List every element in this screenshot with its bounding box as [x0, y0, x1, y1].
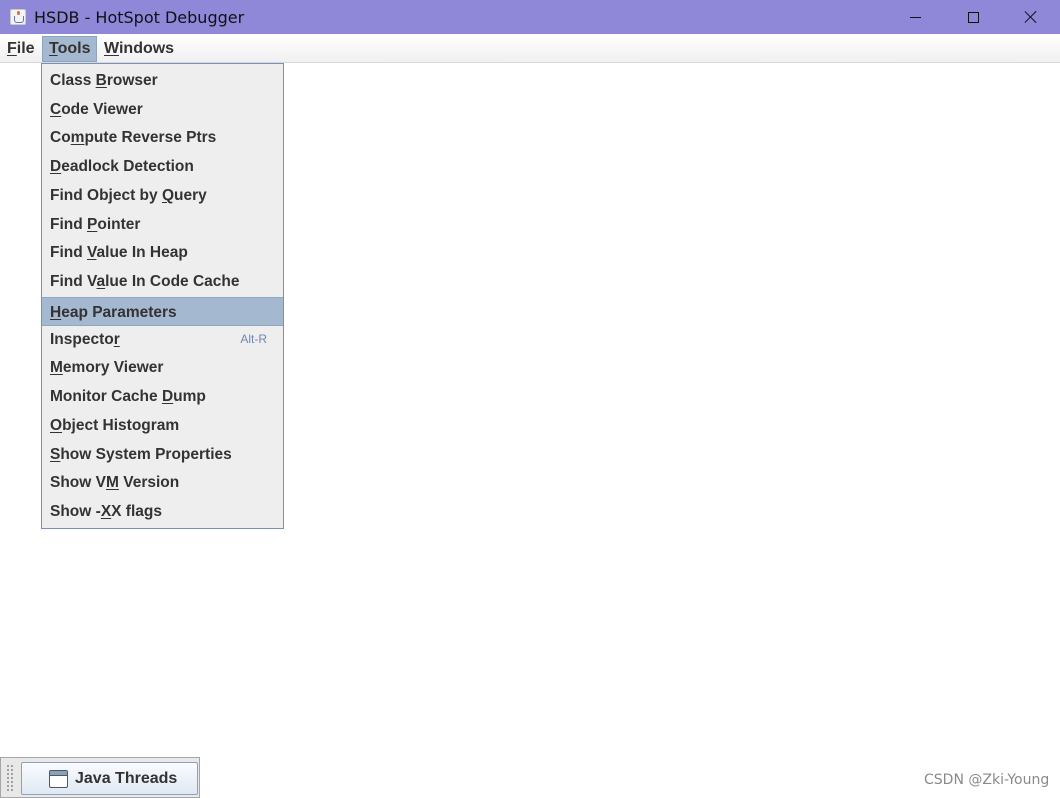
menu-item-label: Find Value In Heap: [50, 244, 188, 261]
menu-file[interactable]: File: [1, 36, 41, 62]
menu-item[interactable]: Class Browser: [42, 66, 283, 95]
menu-item[interactable]: Memory Viewer: [42, 353, 283, 382]
menu-item-label: Memory Viewer: [50, 359, 164, 376]
close-icon: [1024, 10, 1038, 24]
menu-item-label: Inspector: [50, 331, 120, 348]
menu-item[interactable]: Monitor Cache Dump: [42, 382, 283, 411]
menu-bar: File Tools Windows: [0, 34, 1060, 63]
menu-item-label: Show VM Version: [50, 474, 180, 491]
menu-item-label: Compute Reverse Ptrs: [50, 129, 217, 146]
menu-windows[interactable]: Windows: [98, 36, 180, 62]
menu-item-label: Heap Parameters: [50, 304, 177, 321]
maximize-icon: [967, 11, 979, 23]
menu-item-accelerator: Alt-R: [240, 332, 267, 346]
minimize-icon: [909, 16, 921, 18]
window-icon: [49, 769, 68, 788]
menu-item-label: Show System Properties: [50, 446, 232, 463]
minimize-button[interactable]: [886, 0, 944, 34]
java-cup-icon: [10, 9, 26, 25]
menu-item[interactable]: Show -XX flags: [42, 497, 283, 526]
menu-item[interactable]: Code Viewer: [42, 95, 283, 124]
menu-item-label: Class Browser: [50, 72, 158, 89]
menu-item[interactable]: Show System Properties: [42, 440, 283, 469]
menu-item[interactable]: Find Value In Heap: [42, 238, 283, 267]
title-bar: HSDB - HotSpot Debugger: [0, 0, 1060, 34]
menu-item-label: Find Object by Query: [50, 187, 207, 204]
menu-item[interactable]: Find Value In Code Cache: [42, 267, 283, 296]
menu-item-label: Object Histogram: [50, 417, 180, 434]
menu-item-label: Find Pointer: [50, 216, 141, 233]
maximize-button[interactable]: [944, 0, 1002, 34]
java-threads-label: Java Threads: [75, 769, 178, 787]
menu-item-label: Show -XX flags: [50, 503, 162, 520]
menu-item[interactable]: Heap Parameters: [42, 297, 283, 326]
menu-item-label: Code Viewer: [50, 101, 143, 118]
window-title: HSDB - HotSpot Debugger: [34, 7, 245, 27]
menu-item-label: Monitor Cache Dump: [50, 388, 206, 405]
menu-item[interactable]: Show VM Version: [42, 468, 283, 497]
menu-item[interactable]: Inspector Alt-R: [42, 325, 283, 354]
menu-item[interactable]: Find Pointer: [42, 210, 283, 239]
toolbar-grip-handle[interactable]: [6, 764, 14, 792]
menu-item[interactable]: Find Object by Query: [42, 181, 283, 210]
menu-item-label: Deadlock Detection: [50, 158, 194, 175]
menu-item[interactable]: Deadlock Detection: [42, 152, 283, 181]
java-threads-button[interactable]: Java Threads: [21, 762, 198, 795]
tools-dropdown-menu: Class Browser Code Viewer Compute Reverse …: [41, 63, 284, 529]
watermark: CSDN @Zki-Young: [924, 772, 1050, 788]
bottom-toolbar: Java Threads: [0, 757, 200, 798]
menu-tools[interactable]: Tools: [42, 36, 98, 62]
menu-item-label: Find Value In Code Cache: [50, 273, 240, 290]
menu-item[interactable]: Object Histogram: [42, 411, 283, 440]
menu-item[interactable]: Compute Reverse Ptrs: [42, 123, 283, 152]
close-button[interactable]: [1002, 0, 1060, 34]
